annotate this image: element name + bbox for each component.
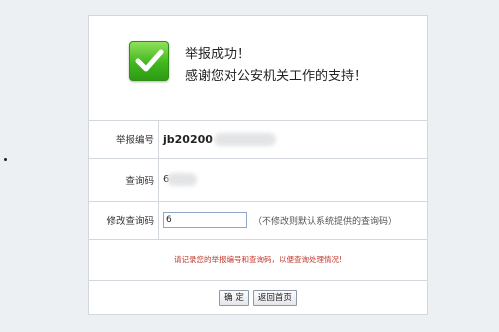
- redacted-report-number: [213, 132, 276, 146]
- modify-code-label: 修改查询码: [89, 201, 159, 239]
- confirm-button[interactable]: 确 定: [219, 289, 249, 306]
- notice-row: 请记录您的举报编号和查询码，以便查询处理情况!: [89, 239, 427, 281]
- modify-code-row: 修改查询码 （不修改则默认系统提供的查询码）: [89, 201, 427, 240]
- query-code-row: 查询码 6: [89, 158, 427, 202]
- query-code-label: 查询码: [89, 158, 159, 201]
- back-home-button[interactable]: 返回首页: [252, 289, 297, 306]
- modify-code-value-wrap: （不修改则默认系统提供的查询码）: [163, 201, 397, 239]
- report-number-value: jb20200: [163, 132, 213, 146]
- success-title: 举报成功！: [185, 47, 251, 62]
- success-thanks-message: 感谢您对公安机关工作的支持！: [185, 69, 368, 84]
- notice-text: 请记录您的举报编号和查询码，以便查询处理情况!: [173, 255, 342, 264]
- query-code-value-wrap: 6: [163, 158, 198, 201]
- report-number-label: 举报编号: [89, 120, 159, 158]
- report-result-panel: 举报成功！ 感谢您对公安机关工作的支持！ 举报编号 jb20200 查询码 6 …: [88, 15, 428, 315]
- bullet-dot: [4, 158, 7, 161]
- report-number-value-wrap: jb20200: [163, 120, 276, 158]
- redacted-query-code: [167, 173, 198, 186]
- report-number-row: 举报编号 jb20200: [89, 120, 427, 159]
- success-header: 举报成功！ 感谢您对公安机关工作的支持！: [89, 16, 427, 121]
- button-bar: 确 定 返回首页: [89, 280, 427, 315]
- modify-code-input[interactable]: [163, 212, 247, 228]
- check-icon: [129, 41, 169, 81]
- modify-code-hint: （不修改则默认系统提供的查询码）: [253, 216, 398, 227]
